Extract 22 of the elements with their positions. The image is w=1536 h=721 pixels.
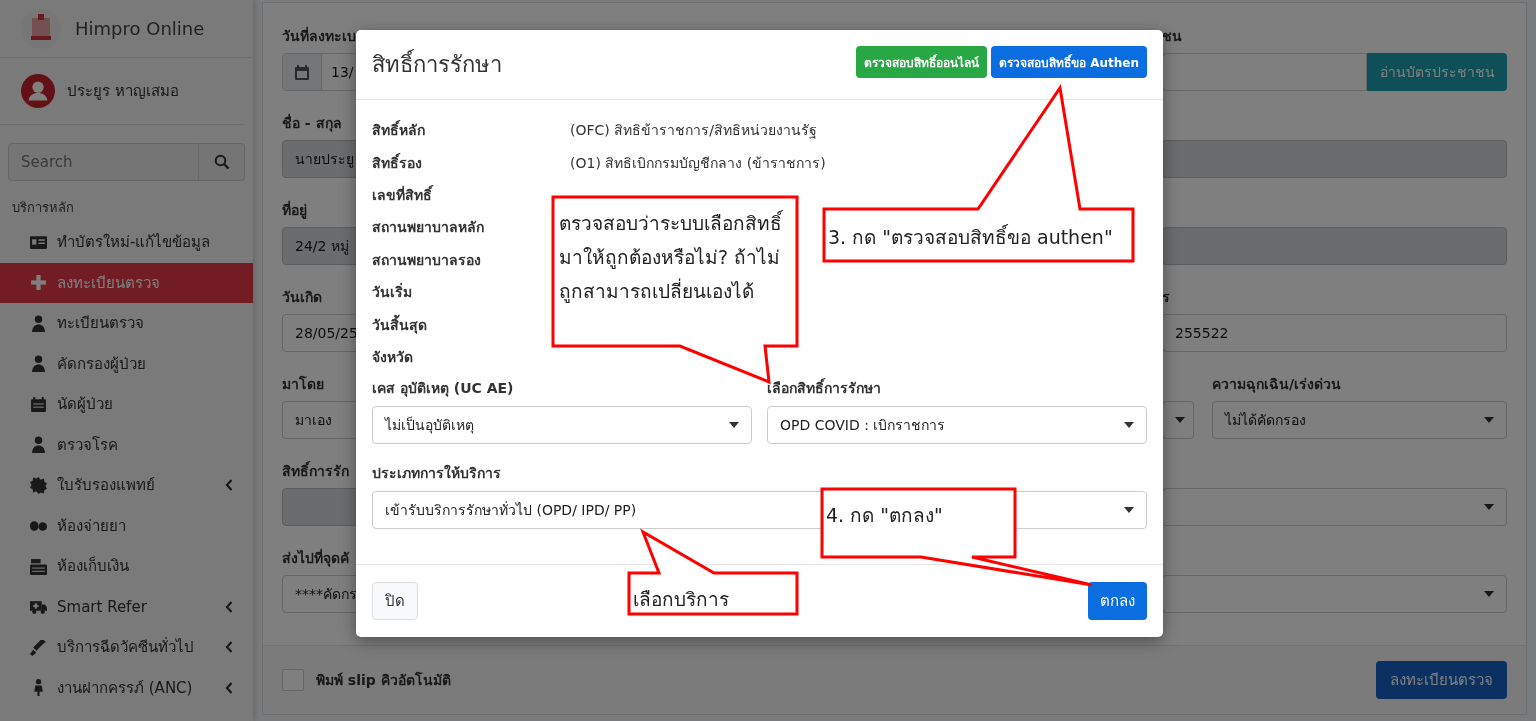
info-value: (OFC) สิทธิข้าราชการ/สิทธิหน่วยงานรัฐ: [570, 121, 817, 141]
callout-text: 4. กด "ตกลง": [826, 503, 944, 528]
info-label: เลขที่สิทธิ์: [372, 184, 435, 205]
field-label: วันที่ลงทะเบ: [282, 25, 357, 45]
field-label: เคส อุบัติเหตุ (UC AE): [372, 379, 515, 398]
field-label: มาโดย: [282, 374, 325, 393]
field-label: เลือกสิทธิ์การรักษา: [767, 377, 882, 398]
checkbox-label: พิมพ์ slip คิวอัตโนมัติ: [316, 670, 451, 690]
app-name: Himpro Online: [75, 18, 205, 39]
field-label: ชน: [1162, 27, 1183, 45]
callout-text: 3. กด "ตรวจสอบสิทธิ์ขอ authen": [828, 223, 1114, 250]
field-label: ที่อยู่: [282, 199, 308, 219]
info-label: สิทธิ์หลัก: [372, 119, 426, 141]
user-name: ประยูร หาญเสมอ: [67, 81, 179, 102]
section-heading: บริการหลัก: [11, 199, 75, 217]
info-value: (O1) สิทธิเบิกกรมบัญชีกลาง (ข้าราชการ): [570, 153, 826, 173]
field-label: ส่งไปที่จุดคั: [282, 547, 350, 567]
callout-text: ตรวจสอบว่าระบบเลือกสิทธิ์ มาให้ถูกต้องหรือไม่? ถ้าไม่ ถูกสามารถเปลี่ยนเองได้: [559, 209, 784, 305]
field-label: ความฉุกเฉิน/เร่งด่วน: [1212, 375, 1343, 393]
field-label: ประเภทการให้บริการ: [372, 463, 502, 483]
field-label: ร: [1162, 288, 1171, 306]
callout-text: เลือกบริการ: [633, 587, 730, 612]
